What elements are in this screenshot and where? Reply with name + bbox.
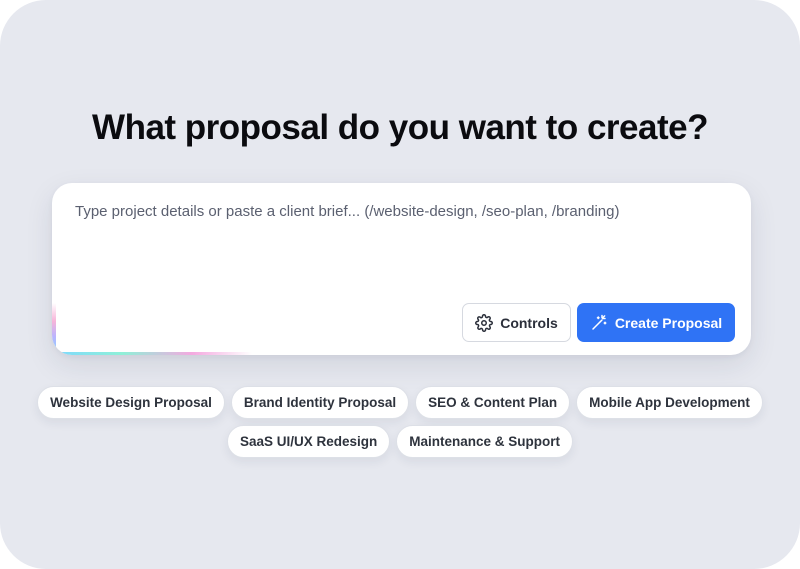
- controls-button-label: Controls: [500, 314, 558, 331]
- composer-glow-accent: [52, 303, 56, 355]
- suggestion-chip[interactable]: SaaS UI/UX Redesign: [226, 425, 391, 458]
- gear-icon: [475, 313, 494, 332]
- suggestion-chip[interactable]: Website Design Proposal: [37, 386, 225, 419]
- page-title: What proposal do you want to create?: [92, 108, 708, 147]
- prompt-input[interactable]: [75, 203, 725, 220]
- suggestion-row: Website Design Proposal Brand Identity P…: [37, 386, 763, 419]
- suggestion-chip[interactable]: SEO & Content Plan: [415, 386, 571, 419]
- create-proposal-label: Create Proposal: [614, 314, 723, 331]
- composer-glow-accent-bottom: [52, 352, 252, 355]
- suggestion-chip[interactable]: Brand Identity Proposal: [230, 386, 410, 419]
- create-proposal-button[interactable]: Create Proposal: [577, 303, 735, 342]
- suggestion-row: SaaS UI/UX Redesign Maintenance & Suppor…: [226, 425, 574, 458]
- page-card: What proposal do you want to create? Con…: [0, 0, 800, 569]
- suggestion-chip[interactable]: Mobile App Development: [576, 386, 763, 419]
- suggestion-chip[interactable]: Maintenance & Support: [396, 425, 574, 458]
- suggestion-chips: Website Design Proposal Brand Identity P…: [0, 386, 800, 458]
- prompt-composer: Controls Create Proposal: [52, 183, 751, 355]
- controls-button[interactable]: Controls: [462, 303, 571, 342]
- magic-wand-icon: [590, 314, 608, 332]
